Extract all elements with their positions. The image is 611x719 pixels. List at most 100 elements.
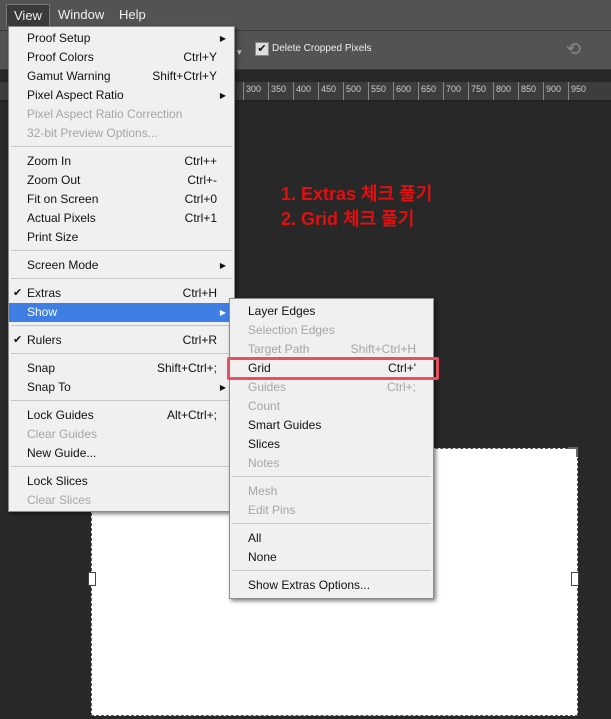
menu-item-snap-to[interactable]: Snap To ▶ — [9, 378, 234, 397]
menu-item-shortcut: Ctrl+Y — [183, 50, 217, 64]
menu-window[interactable]: Window — [51, 4, 111, 26]
ruler-label: 550 — [371, 84, 387, 94]
menu-item-show-extras-options[interactable]: Show Extras Options... — [230, 576, 433, 595]
menu-item-label: Proof Colors — [27, 50, 94, 64]
ruler-tick — [368, 82, 369, 100]
menu-item-edit-pins: Edit Pins — [230, 501, 433, 520]
chevron-down-icon[interactable]: ▾ — [237, 47, 242, 58]
menu-item-lock-slices[interactable]: Lock Slices — [9, 472, 234, 491]
menu-item-label: Fit on Screen — [27, 192, 99, 206]
menu-view[interactable]: View — [6, 4, 50, 27]
show-submenu: Layer Edges Selection Edges Target Path S… — [229, 298, 434, 599]
menu-item-print-size[interactable]: Print Size — [9, 228, 234, 247]
menu-item-label: Smart Guides — [248, 418, 322, 432]
submenu-arrow-icon: ▶ — [219, 261, 226, 270]
ruler-tick — [418, 82, 419, 100]
menu-item-proof-setup[interactable]: Proof Setup ▶ — [9, 29, 234, 48]
crop-corner-handle[interactable] — [568, 447, 578, 457]
menu-item-label: Gamut Warning — [27, 69, 111, 83]
ruler-tick — [393, 82, 394, 100]
menu-item-label: Clear Guides — [27, 427, 98, 441]
checkmark-icon: ✔ — [13, 287, 23, 299]
menu-item-lock-guides[interactable]: Lock Guides Alt+Ctrl+; — [9, 406, 234, 425]
menu-item-shortcut: Ctrl+R — [182, 333, 217, 347]
menu-item-label: Pixel Aspect Ratio — [27, 88, 124, 102]
menu-item-mesh: Mesh — [230, 482, 433, 501]
menu-item-label: All — [248, 531, 262, 545]
menu-item-none[interactable]: None — [230, 548, 433, 567]
menu-item-layer-edges[interactable]: Layer Edges — [230, 302, 433, 321]
menu-separator — [11, 400, 232, 401]
menu-help[interactable]: Help — [112, 4, 153, 26]
menu-item-screen-mode[interactable]: Screen Mode ▶ — [9, 256, 234, 275]
menu-item-label: Slices — [248, 437, 281, 451]
view-menu: Proof Setup ▶ Proof Colors Ctrl+Y Gamut Wa… — [8, 26, 235, 512]
annotation-step-1: 1. Extras 체크 풀기 — [281, 184, 433, 204]
menu-item-pixel-aspect-ratio[interactable]: Pixel Aspect Ratio ▶ — [9, 86, 234, 105]
menu-item-shortcut: Ctrl++ — [184, 154, 217, 168]
menu-item-actual-pixels[interactable]: Actual Pixels Ctrl+1 — [9, 209, 234, 228]
ruler-tick — [343, 82, 344, 100]
ruler-tick — [468, 82, 469, 100]
menu-item-new-guide[interactable]: New Guide... — [9, 444, 234, 463]
ruler-tick — [293, 82, 294, 100]
menu-item-rulers[interactable]: ✔ Rulers Ctrl+R — [9, 331, 234, 350]
reset-icon[interactable]: ⟲ — [566, 39, 581, 60]
menu-item-label: Extras — [27, 286, 62, 300]
menu-item-clear-slices: Clear Slices — [9, 491, 234, 510]
menu-item-label: Proof Setup — [27, 31, 91, 45]
delete-cropped-pixels-checkbox[interactable]: ✔ — [255, 42, 269, 56]
menu-item-label: 32-bit Preview Options... — [27, 126, 158, 140]
menu-item-fit-on-screen[interactable]: Fit on Screen Ctrl+0 — [9, 190, 234, 209]
menu-item-pixel-aspect-ratio-correction: Pixel Aspect Ratio Correction — [9, 105, 234, 124]
menu-item-label: Layer Edges — [248, 304, 316, 318]
menu-item-zoom-in[interactable]: Zoom In Ctrl++ — [9, 152, 234, 171]
ruler-label: 600 — [396, 84, 412, 94]
menu-item-label: Guides — [248, 380, 287, 394]
menu-item-slices[interactable]: Slices — [230, 435, 433, 454]
ruler-label: 950 — [571, 84, 587, 94]
menu-separator — [232, 523, 431, 524]
ruler-label: 450 — [321, 84, 337, 94]
ruler-tick — [268, 82, 269, 100]
menu-item-extras[interactable]: ✔ Extras Ctrl+H — [9, 284, 234, 303]
menu-item-shortcut: Alt+Ctrl+; — [166, 408, 217, 422]
menu-item-label: Edit Pins — [248, 503, 296, 517]
ruler-label: 750 — [471, 84, 487, 94]
menu-item-shortcut: Ctrl+- — [187, 173, 217, 187]
submenu-arrow-icon: ▶ — [219, 383, 226, 392]
menu-item-smart-guides[interactable]: Smart Guides — [230, 416, 433, 435]
menu-separator — [11, 325, 232, 326]
menu-separator — [11, 146, 232, 147]
menu-item-zoom-out[interactable]: Zoom Out Ctrl+- — [9, 171, 234, 190]
menu-item-label: Clear Slices — [27, 493, 92, 507]
menu-item-label: Rulers — [27, 333, 62, 347]
menu-item-label: Mesh — [248, 484, 278, 498]
menu-item-guides: Guides Ctrl+; — [230, 378, 433, 397]
ruler-tick — [493, 82, 494, 100]
menu-separator — [232, 476, 431, 477]
menu-item-label: Pixel Aspect Ratio Correction — [27, 107, 183, 121]
menu-item-shortcut: Ctrl+1 — [184, 211, 217, 225]
menu-item-shortcut: Ctrl+H — [182, 286, 217, 300]
menu-item-label: Zoom Out — [27, 173, 81, 187]
menu-separator — [232, 570, 431, 571]
menu-item-count: Count — [230, 397, 433, 416]
crop-handle[interactable] — [88, 572, 96, 586]
delete-cropped-pixels-label: Delete Cropped Pixels — [272, 43, 372, 54]
menu-item-gamut-warning[interactable]: Gamut Warning Shift+Ctrl+Y — [9, 67, 234, 86]
menu-item-clear-guides: Clear Guides — [9, 425, 234, 444]
submenu-arrow-icon: ▶ — [219, 91, 226, 100]
menu-item-all[interactable]: All — [230, 529, 433, 548]
menu-item-label: Actual Pixels — [27, 211, 96, 225]
ruler-label: 850 — [521, 84, 537, 94]
ruler-tick — [318, 82, 319, 100]
menu-item-proof-colors[interactable]: Proof Colors Ctrl+Y — [9, 48, 234, 67]
menu-item-label: Count — [248, 399, 281, 413]
menu-item-show[interactable]: Show ▶ — [9, 303, 234, 322]
checkmark-icon: ✔ — [13, 334, 23, 346]
ruler-label: 400 — [296, 84, 312, 94]
crop-handle[interactable] — [571, 572, 579, 586]
menu-item-snap[interactable]: Snap Shift+Ctrl+; — [9, 359, 234, 378]
ruler-tick — [568, 82, 569, 100]
